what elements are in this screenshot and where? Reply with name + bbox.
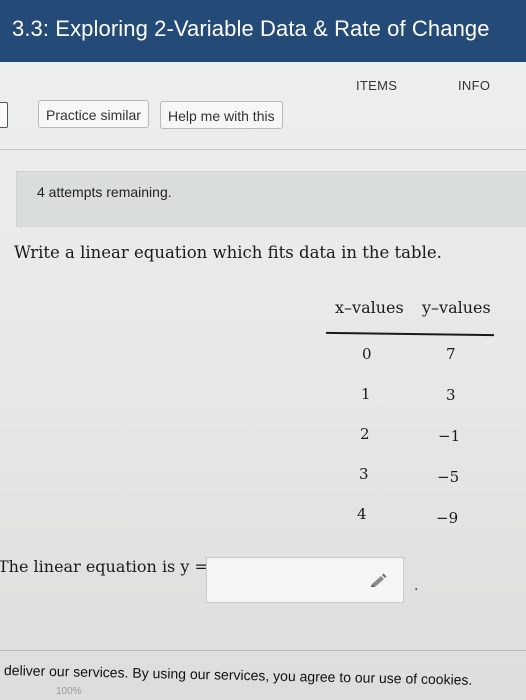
table-cell-y: −1 [438, 427, 461, 445]
table-cell-y: 7 [446, 345, 456, 363]
tab-info[interactable]: INFO [458, 78, 490, 93]
table-header-x: x–values [335, 298, 404, 317]
table-cell-x: 3 [359, 465, 369, 483]
cookie-notice: deliver our services. By using our servi… [3, 662, 473, 688]
screen: 3.3: Exploring 2-Variable Data & Rate of… [0, 0, 526, 700]
question-text: Write a linear equation which fits data … [14, 243, 442, 262]
question-toolbar: Practice similar Help me with this [0, 98, 526, 138]
tab-bar: ITEMS INFO [0, 62, 526, 100]
table-cell-y: −9 [436, 509, 459, 527]
help-me-button[interactable]: Help me with this [160, 101, 283, 129]
zoom-level: 100% [56, 686, 82, 697]
table-header-rule [325, 331, 495, 337]
table-cell-x: 1 [361, 385, 371, 403]
attempts-text: 4 attempts remaining. [37, 184, 172, 200]
previous-button[interactable] [0, 102, 8, 128]
cookie-divider [0, 650, 526, 651]
practice-similar-button[interactable]: Practice similar [38, 100, 149, 128]
table-cell-x: 2 [360, 425, 370, 443]
answer-period: . [414, 577, 419, 594]
tab-items[interactable]: ITEMS [356, 78, 397, 93]
pencil-icon[interactable] [369, 572, 389, 593]
divider [0, 149, 526, 150]
app-header: 3.3: Exploring 2-Variable Data & Rate of… [0, 0, 526, 62]
answer-input[interactable] [206, 557, 404, 603]
page-title: 3.3: Exploring 2-Variable Data & Rate of… [12, 16, 490, 41]
attempts-banner: 4 attempts remaining. [16, 171, 526, 227]
table-cell-x: 0 [362, 345, 372, 363]
table-cell-x: 4 [357, 505, 367, 523]
answer-label: The linear equation is y = [0, 557, 208, 576]
table-header-y: y–values [422, 298, 491, 317]
table-cell-y: −5 [437, 468, 460, 486]
table-cell-y: 3 [446, 386, 456, 404]
